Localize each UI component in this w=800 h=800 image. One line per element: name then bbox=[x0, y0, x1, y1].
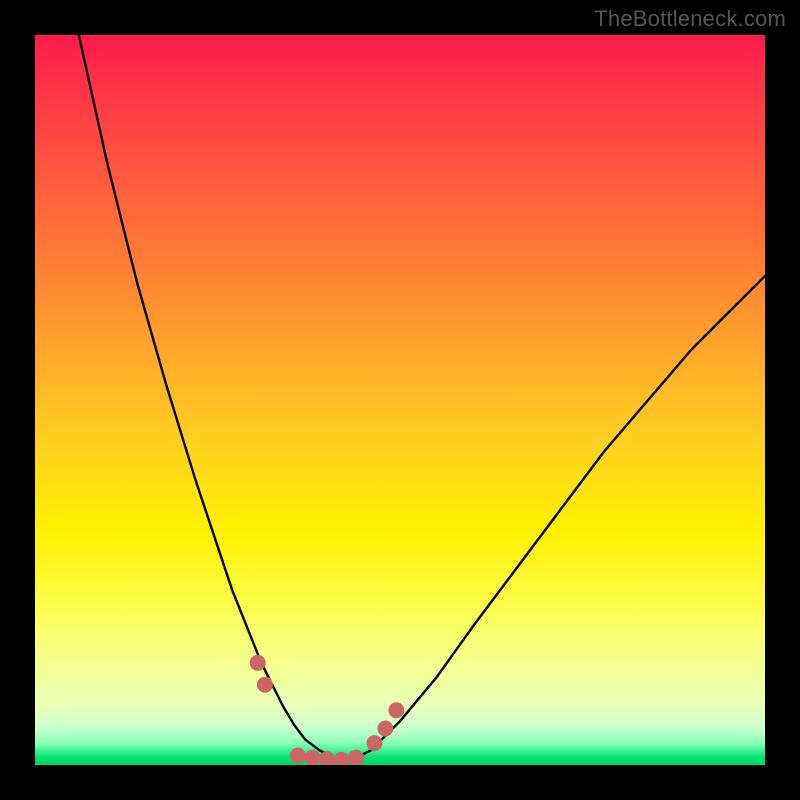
highlight-marker bbox=[388, 702, 404, 718]
highlight-marker bbox=[290, 748, 306, 764]
chart-frame: TheBottleneck.com bbox=[0, 0, 800, 800]
highlight-marker bbox=[257, 677, 273, 693]
highlight-marker bbox=[319, 751, 335, 765]
highlight-marker bbox=[334, 752, 350, 765]
series-left-curve bbox=[79, 35, 349, 761]
highlight-marker bbox=[304, 750, 320, 765]
plot-area bbox=[35, 35, 765, 765]
highlight-marker bbox=[377, 721, 393, 737]
watermark-text: TheBottleneck.com bbox=[594, 6, 786, 32]
highlight-marker bbox=[250, 655, 266, 671]
highlight-marker bbox=[366, 735, 382, 751]
series-right-curve bbox=[349, 276, 765, 761]
curves-layer bbox=[35, 35, 765, 765]
highlight-marker bbox=[348, 750, 364, 765]
